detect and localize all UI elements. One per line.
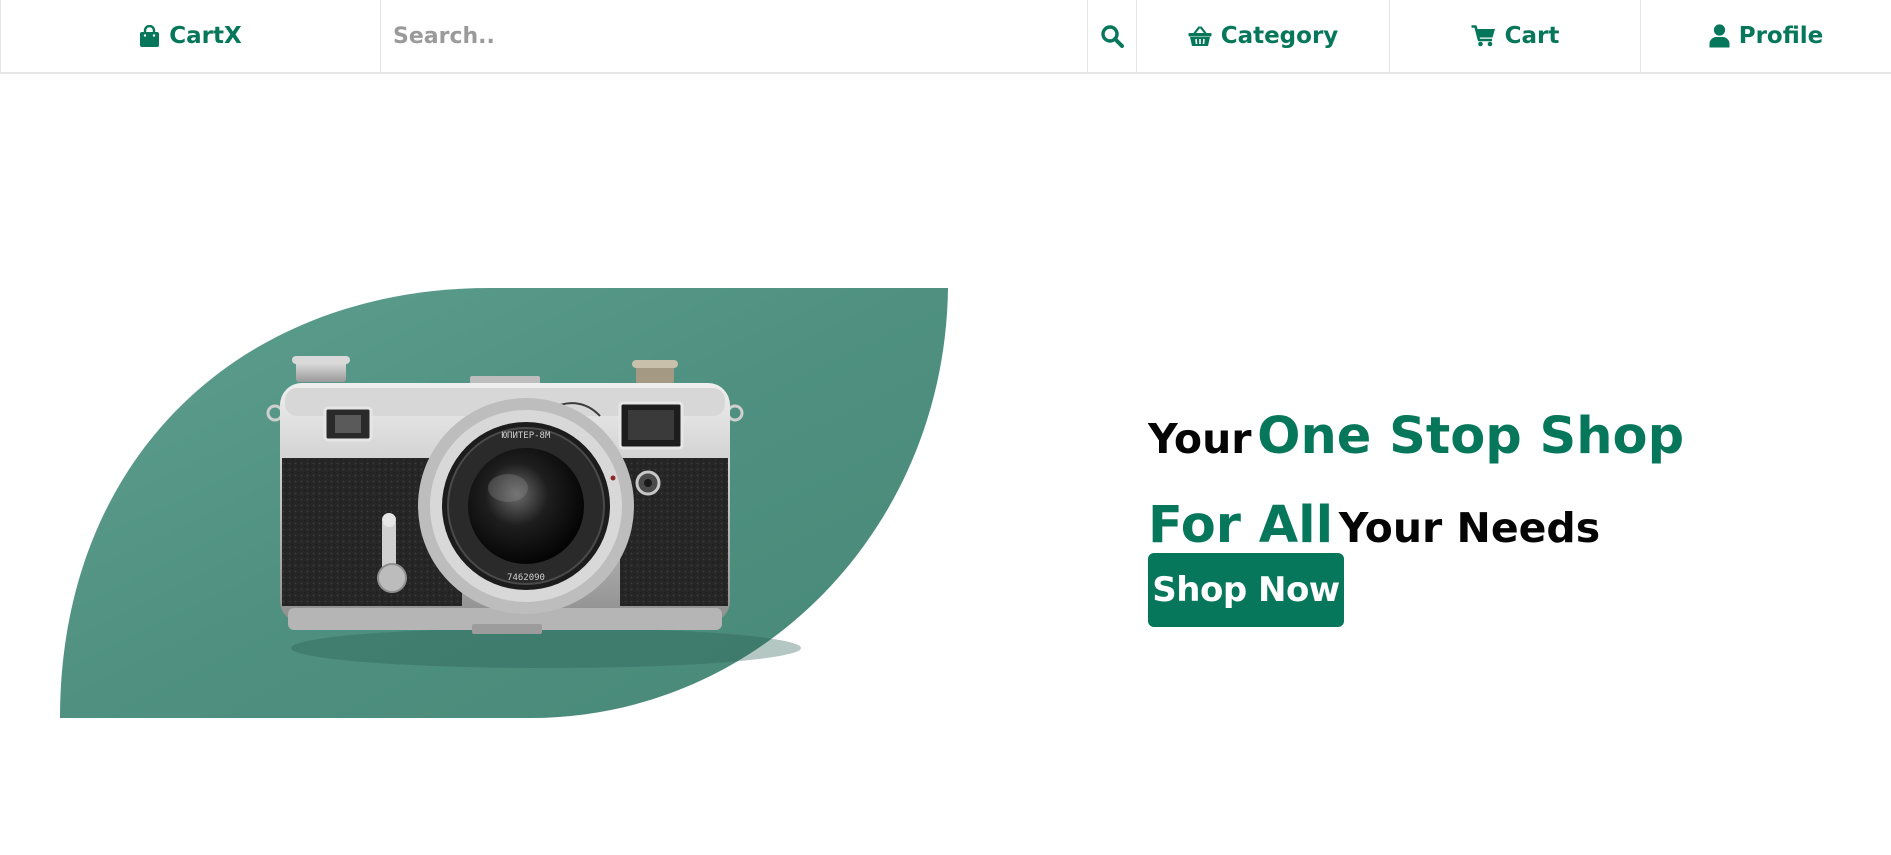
hero-line-1-part-1: Your [1148, 415, 1252, 463]
shopping-cart-icon [1471, 25, 1496, 47]
hero-line-1-part-2: One Stop Shop [1257, 407, 1685, 466]
hero-headline: Your One Stop Shop For All Your Needs [1148, 398, 1708, 576]
search-button[interactable] [1088, 0, 1137, 72]
user-icon [1709, 24, 1730, 48]
search-input[interactable] [393, 16, 1087, 56]
nav-item-profile[interactable]: Profile [1641, 0, 1891, 72]
hero-line-2-part-1: For All [1148, 496, 1334, 555]
brand-link[interactable]: CartX [0, 0, 381, 72]
nav-item-cart[interactable]: Cart [1390, 0, 1641, 72]
hero-line-2-part-2: Your Needs [1338, 504, 1601, 552]
top-navbar: CartX Category [0, 0, 1891, 74]
camera-illustration: Kuev ЮПИТЕР-8М 7462090 [266, 356, 744, 634]
nav-item-label: Profile [1738, 23, 1824, 49]
hero-line-1: Your One Stop Shop [1148, 398, 1708, 487]
brand-name: CartX [169, 23, 242, 49]
nav-item-label: Category [1220, 23, 1339, 49]
svg-text:ЮПИТЕР-8М: ЮПИТЕР-8М [502, 431, 551, 441]
search-field-container[interactable] [381, 0, 1088, 72]
nav-item-label: Cart [1504, 23, 1560, 49]
shopping-bag-icon [139, 24, 160, 48]
basket-icon [1188, 25, 1212, 47]
nav-item-category[interactable]: Category [1137, 0, 1390, 72]
hero-image: Kuev ЮПИТЕР-8М 7462090 [60, 288, 948, 718]
search-icon [1100, 24, 1124, 48]
svg-text:7462090: 7462090 [507, 573, 545, 583]
shop-now-button[interactable]: Shop Now [1148, 553, 1344, 627]
